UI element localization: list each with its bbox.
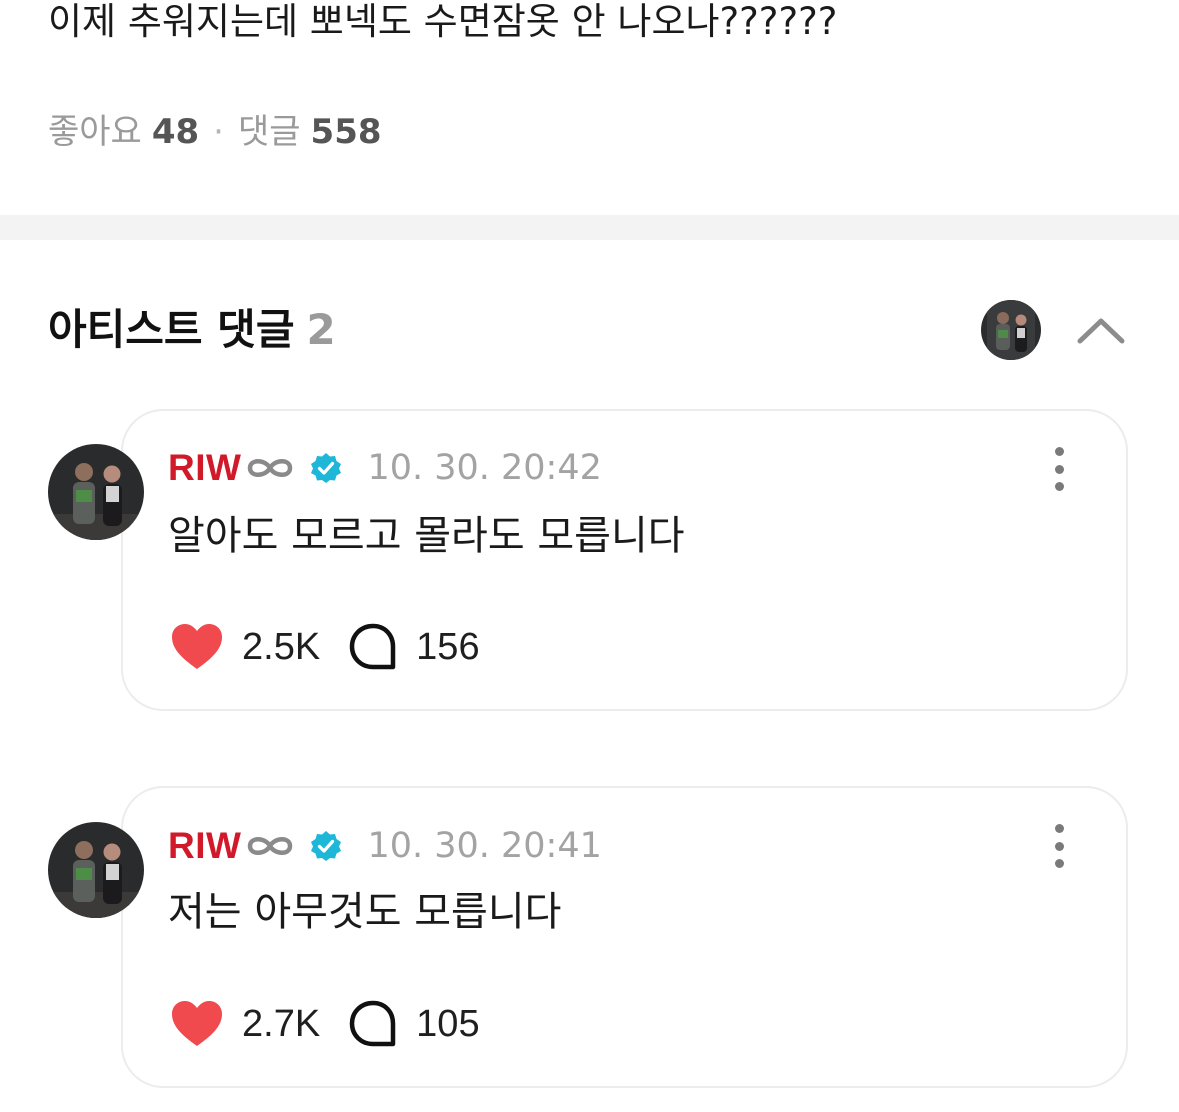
section-divider — [0, 215, 1179, 240]
artist-name[interactable]: RIW — [168, 825, 241, 867]
infinity-icon — [245, 833, 295, 859]
verified-badge-icon — [309, 451, 343, 485]
comments-count: 558 — [310, 112, 382, 152]
artist-name[interactable]: RIW — [168, 447, 241, 489]
speech-bubble-icon — [349, 1000, 396, 1047]
artist-comments-count: 2 — [306, 305, 336, 354]
comment-actions: 2.7K 105 — [170, 996, 480, 1052]
avatar[interactable] — [48, 444, 144, 540]
heart-icon — [172, 1001, 222, 1046]
like-count: 2.7K — [242, 1002, 321, 1045]
like-count: 2.5K — [242, 625, 321, 668]
comment-timestamp: 10. 30. 20:41 — [367, 826, 602, 866]
comment-timestamp: 10. 30. 20:42 — [367, 448, 602, 488]
artist-photo — [48, 822, 144, 918]
comment-meta: RIW 10. 30. 20:41 — [168, 822, 602, 870]
comment-actions: 2.5K 156 — [170, 619, 480, 675]
speech-bubble-icon — [349, 623, 396, 670]
artist-avatar-stack[interactable] — [981, 300, 1041, 360]
reply-button[interactable]: 156 — [348, 622, 480, 672]
like-button[interactable]: 2.7K — [170, 999, 320, 1049]
comment-meta: RIW 10. 30. 20:42 — [168, 444, 602, 492]
likes-count: 48 — [151, 112, 200, 152]
post-text: 이제 추워지는데 뽀넥도 수면잠옷 안 나오나?????? — [48, 0, 838, 43]
more-options-button[interactable] — [1046, 447, 1072, 491]
post-detail-page: 이제 추워지는데 뽀넥도 수면잠옷 안 나오나?????? 좋아요 48 · 댓글 55… — [0, 0, 1179, 1112]
avatar[interactable] — [48, 822, 144, 918]
chevron-up-icon — [1077, 318, 1125, 344]
stats-separator: · — [213, 112, 224, 152]
reply-count: 156 — [416, 625, 480, 668]
post-stats: 좋아요 48 · 댓글 558 — [48, 110, 382, 154]
more-vertical-icon — [1054, 824, 1064, 833]
more-vertical-icon — [1054, 447, 1064, 456]
more-options-button[interactable] — [1046, 824, 1072, 868]
artist-photo — [48, 444, 144, 540]
likes-label: 좋아요 — [48, 112, 142, 152]
artist-comments-title: 아티스트 댓글 — [48, 305, 295, 354]
like-button[interactable]: 2.5K — [170, 622, 320, 672]
verified-badge-icon — [309, 829, 343, 863]
collapse-button[interactable] — [1074, 308, 1128, 352]
comment-text: 알아도 모르고 몰라도 모릅니다 — [168, 513, 685, 559]
artist-comments-header: 아티스트 댓글 2 — [48, 300, 336, 360]
reply-count: 105 — [416, 1002, 480, 1045]
reply-button[interactable]: 105 — [348, 999, 480, 1049]
artist-photo — [981, 300, 1041, 360]
comments-label: 댓글 — [237, 112, 301, 152]
heart-icon — [172, 624, 222, 669]
comment-text: 저는 아무것도 모릅니다 — [168, 889, 562, 935]
infinity-icon — [245, 455, 295, 481]
